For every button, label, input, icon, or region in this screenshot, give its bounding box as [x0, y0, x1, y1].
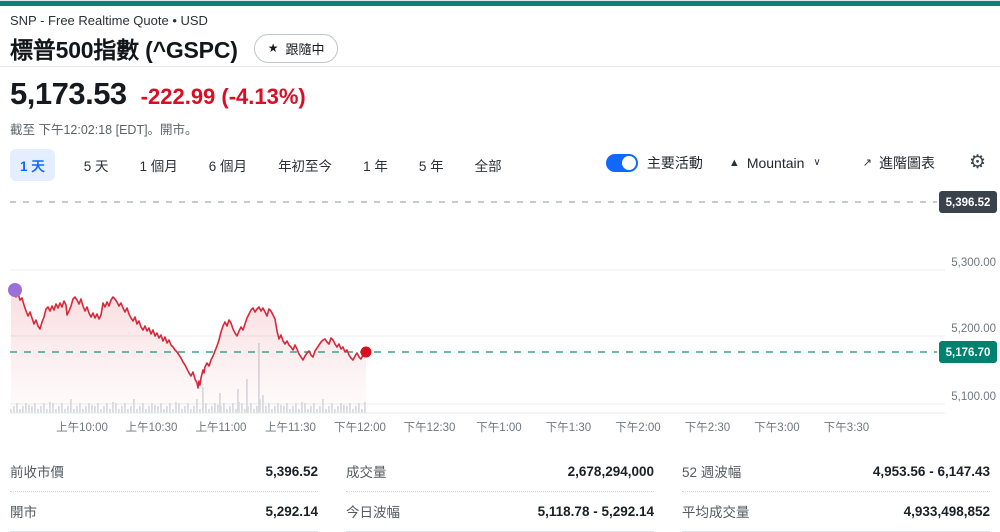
x-axis-label: 下午3:30	[824, 421, 869, 434]
gear-icon[interactable]: ⚙	[969, 151, 986, 174]
range-tab-1y[interactable]: 1 年	[361, 149, 390, 181]
x-axis-label: 上午10:00	[56, 421, 108, 434]
y-axis-label: 5,200.00	[951, 323, 996, 335]
x-axis-label: 下午2:30	[685, 421, 730, 434]
stat-prev-close: 前收市價 5,396.52	[10, 452, 318, 492]
range-tab-1m[interactable]: 1 個月	[138, 149, 180, 181]
quote-timestamp: 截至 下午12:02:18 [EDT]。開市。	[10, 123, 198, 137]
x-axis-label: 下午3:00	[754, 421, 799, 434]
star-icon: ★	[267, 41, 279, 55]
current-price-badge-label: 5,176.70	[946, 347, 991, 359]
y-axis-label: 5,100.00	[951, 391, 996, 403]
advanced-chart-label: 進階圖表	[878, 154, 935, 171]
page-top-accent-bar	[0, 0, 1000, 6]
price-change: -222.99 (-4.13%)	[140, 84, 306, 109]
key-events-label: 主要活動	[646, 154, 703, 171]
header-divider	[0, 66, 1000, 67]
current-price: 5,173.53	[10, 76, 127, 111]
x-axis-label: 下午1:00	[476, 421, 521, 434]
x-axis-label: 上午10:30	[126, 421, 178, 434]
range-tab-1d[interactable]: 1 天	[10, 149, 55, 181]
x-axis-label: 上午11:00	[196, 421, 247, 434]
chart-area: 5,300.00 5,200.00 5,100.00 5,396.52 5,176.70…	[0, 185, 1000, 445]
chevron-down-icon: ∨	[813, 157, 821, 168]
stat-52wk-range: 52 週波幅 4,953.56 - 6,147.43	[682, 452, 990, 492]
x-axis-label: 下午1:30	[546, 421, 591, 434]
x-axis-label: 上午11:30	[265, 421, 316, 434]
x-axis-label: 下午12:30	[404, 421, 456, 434]
time-range-tabs: 1 天 5 天 1 個月 6 個月 年初至今 1 年 5 年 全部	[10, 149, 504, 181]
follow-button-label: 跟隨中	[285, 41, 325, 57]
range-tab-6m[interactable]: 6 個月	[207, 149, 249, 181]
range-tab-ytd[interactable]: 年初至今	[276, 149, 334, 181]
stat-volume: 成交量 2,678,294,000	[346, 452, 654, 492]
chart-type-value: Mountain	[746, 154, 805, 171]
key-events-toggle[interactable]	[605, 153, 638, 172]
chart-type-dropdown[interactable]: ▲ Mountain ∨	[729, 155, 821, 171]
stat-days-range: 今日波幅 5,118.78 - 5,292.14	[346, 492, 654, 532]
range-tab-all[interactable]: 全部	[473, 149, 504, 181]
toggle-knob	[621, 155, 636, 170]
price-area-fill	[11, 291, 366, 413]
x-axis-label: 下午2:00	[615, 421, 660, 434]
key-statistics: 前收市價 5,396.52 成交量 2,678,294,000 52 週波幅 4,95…	[10, 452, 990, 532]
x-axis-label: 下午12:00	[334, 421, 386, 434]
page-title: 標普500指數 (^GSPC)	[10, 37, 238, 63]
expand-icon: ↗	[862, 157, 872, 169]
previous-close-badge-label: 5,396.52	[946, 197, 991, 209]
stat-avg-volume: 平均成交量 4,933,498,852	[682, 492, 990, 532]
latest-price-dot	[360, 346, 372, 358]
price-chart[interactable]: 5,300.00 5,200.00 5,100.00 5,396.52 5,176.70…	[0, 185, 1000, 445]
range-tab-5d[interactable]: 5 天	[82, 149, 111, 181]
mountain-icon: ▲	[728, 156, 740, 169]
stat-open: 開市 5,292.14	[10, 492, 318, 532]
follow-button[interactable]: ★ 跟隨中	[253, 33, 339, 63]
exchange-info: SNP - Free Realtime Quote • USD	[10, 13, 208, 28]
range-tab-5y[interactable]: 5 年	[417, 149, 446, 181]
advanced-chart-button[interactable]: ↗ 進階圖表	[863, 153, 935, 173]
y-axis-label: 5,300.00	[951, 257, 996, 269]
session-start-dot	[8, 283, 22, 297]
